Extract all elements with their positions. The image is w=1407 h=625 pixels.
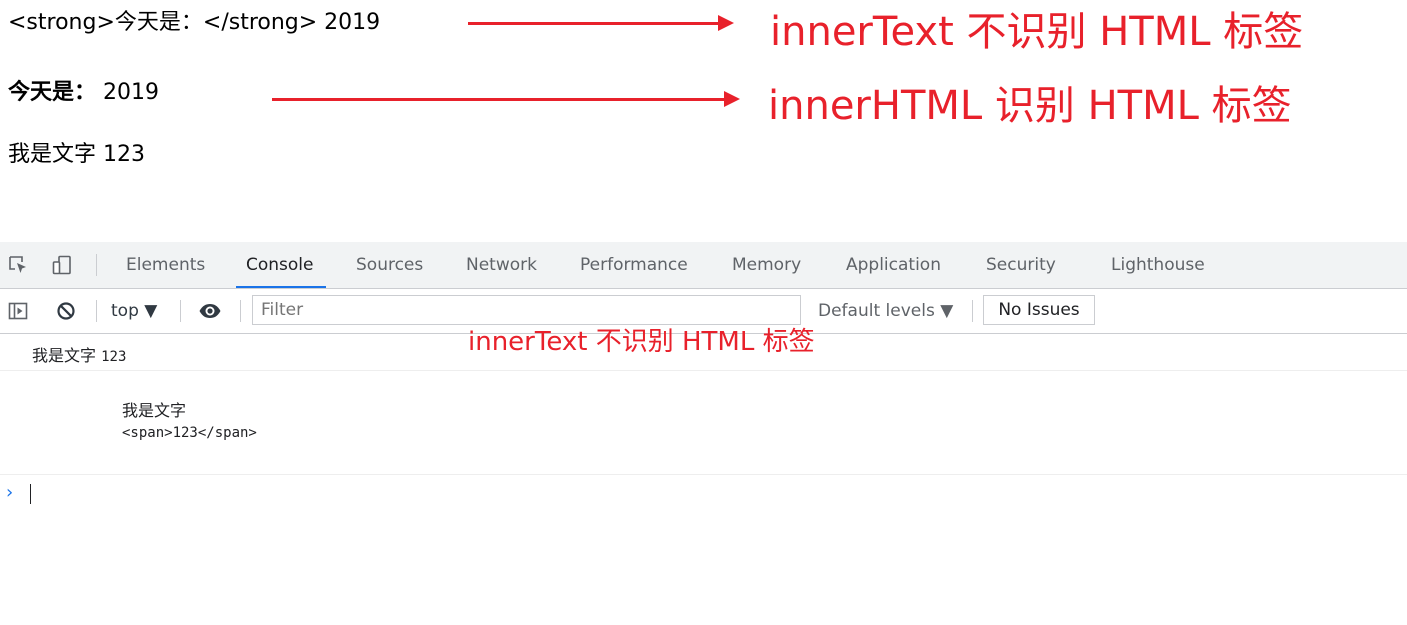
devtools-tabbar: Elements Console Sources Network Perform… <box>0 242 1407 289</box>
filter-input[interactable] <box>252 295 801 325</box>
console-message-number: 123 <box>101 349 127 365</box>
console-input-caret[interactable] <box>30 484 31 504</box>
toolbar-separator <box>972 300 973 322</box>
tabbar-separator <box>96 254 97 276</box>
annotation-innerhtml: innerHTML 识别 HTML 标签 <box>768 83 1292 129</box>
issues-button[interactable]: No Issues <box>983 295 1095 325</box>
toolbar-separator <box>240 300 241 322</box>
innertext-result: <strong>今天是：</strong> 2019 <box>8 10 381 35</box>
text-line: 我是文字 123 <box>8 142 145 167</box>
tab-console[interactable]: Console <box>236 242 325 288</box>
innerhtml-plain-text: 2019 <box>96 80 159 105</box>
tab-memory[interactable]: Memory <box>732 242 801 288</box>
live-expression-eye-icon[interactable] <box>198 301 222 321</box>
clear-console-icon[interactable] <box>56 301 76 321</box>
console-message-html: <span>123</span> <box>122 425 257 441</box>
innerhtml-bold-text: 今天是： <box>8 80 97 105</box>
devtools-panel: Elements Console Sources Network Perform… <box>0 242 1407 625</box>
console-message: 我是文字 <span>123</span> <box>0 371 1407 475</box>
arrow-1 <box>468 15 734 31</box>
toolbar-separator <box>96 300 97 322</box>
tab-network[interactable]: Network <box>466 242 537 288</box>
toolbar-separator <box>180 300 181 322</box>
console-prompt-icon: › <box>6 482 14 503</box>
console-message-line: 我是文字 <box>122 401 187 420</box>
sidebar-toggle-icon[interactable] <box>8 301 28 321</box>
annotation-innertext: innerText 不识别 HTML 标签 <box>770 9 1304 55</box>
device-toolbar-icon[interactable] <box>52 255 72 275</box>
caption: innerText 不识别 HTML 标签 <box>468 327 815 357</box>
console-message-text: 我是文字 123 <box>32 342 126 366</box>
tab-application[interactable]: Application <box>846 242 941 288</box>
tab-sources[interactable]: Sources <box>356 242 423 288</box>
log-levels-dropdown[interactable]: Default levels ▼ <box>818 299 953 323</box>
tab-performance[interactable]: Performance <box>580 242 688 288</box>
arrow-2 <box>272 91 740 107</box>
context-selector[interactable]: top ▼ <box>111 299 157 323</box>
tab-lighthouse[interactable]: Lighthouse <box>1111 242 1205 288</box>
tab-security[interactable]: Security <box>986 242 1056 288</box>
innerhtml-result: 今天是： 2019 <box>8 78 159 108</box>
inspect-element-icon[interactable] <box>8 255 28 275</box>
console-message-chinese: 我是文字 <box>32 346 97 365</box>
tab-elements[interactable]: Elements <box>126 242 205 288</box>
